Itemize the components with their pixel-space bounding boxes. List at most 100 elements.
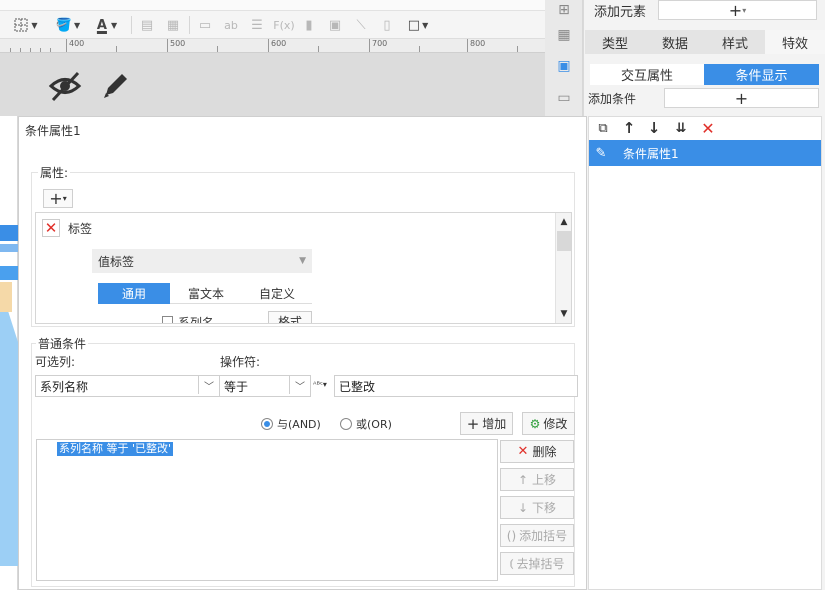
condition-expression-selected[interactable]: 系列名称 等于 '已整改' bbox=[57, 442, 174, 456]
tab-general[interactable]: 通用 bbox=[98, 283, 170, 304]
move-up-button[interactable]: ↑ bbox=[620, 119, 638, 137]
condition-list-item[interactable]: ✎ 条件属性1 bbox=[589, 140, 821, 166]
formatting-toolbar: ▼ 🪣 ▼ A ▼ ▤ ▦ ▭ ab ☰ F(x) ▮ ▣ ⟍ ▯ □ ▼ bbox=[0, 11, 545, 39]
image-button[interactable]: ▣ bbox=[326, 16, 344, 34]
page-icon: ▯ bbox=[383, 17, 391, 33]
condition-value-input[interactable]: 已整改 bbox=[334, 375, 578, 397]
formula-button[interactable]: F(x) bbox=[273, 16, 295, 34]
add-condition-button[interactable]: + bbox=[664, 88, 819, 108]
design-canvas[interactable] bbox=[0, 53, 545, 116]
tab-effects[interactable]: 特效 bbox=[765, 30, 825, 54]
font-color-icon: A bbox=[96, 17, 107, 33]
remove-bracket-label: 去掉括号 bbox=[516, 557, 565, 571]
add-element-button[interactable]: + ▾ bbox=[658, 0, 817, 20]
chevron-down-icon: ▼ bbox=[74, 20, 81, 30]
widget-icon: ▦ bbox=[557, 27, 571, 43]
remove-bracket-button[interactable]: ⦅ 去掉括号 bbox=[500, 552, 574, 575]
tab-type[interactable]: 类型 bbox=[585, 30, 645, 54]
label-type-select[interactable]: 值标签 ▼ bbox=[92, 249, 312, 273]
slash-button[interactable]: ⟍ bbox=[352, 16, 370, 34]
text-button[interactable]: ab bbox=[222, 16, 240, 34]
chevron-down-icon: ﹀ bbox=[289, 376, 310, 394]
move-down-label: 下移 bbox=[532, 501, 557, 515]
copy-button[interactable]: ⧉ bbox=[594, 119, 612, 137]
or-radio[interactable]: 或(OR) bbox=[340, 416, 392, 432]
tab-style[interactable]: 样式 bbox=[705, 30, 765, 54]
column-select[interactable]: 系列名称 ﹀ bbox=[35, 375, 220, 397]
add-bracket-button[interactable]: () 添加括号 bbox=[500, 524, 574, 547]
move-down-button[interactable]: ↓ 下移 bbox=[500, 496, 574, 519]
remove-attribute-button[interactable]: ✕ bbox=[42, 219, 60, 237]
format-button[interactable]: 格式 bbox=[268, 311, 312, 323]
arrow-down-icon: ↓ bbox=[647, 119, 661, 137]
attributes-legend: 属性: bbox=[38, 164, 71, 181]
condition-expression-box[interactable]: 系列名称 等于 '已整改' bbox=[36, 439, 498, 581]
merge-cells-button[interactable]: ▤ bbox=[138, 16, 156, 34]
delete-condition-button[interactable]: ✕ bbox=[699, 118, 717, 138]
condition-list-panel: ⧉ ↑ ↓ ⇊ ✕ ✎ 条件属性1 bbox=[588, 116, 822, 590]
or-radio-label: 或(OR) bbox=[356, 418, 392, 431]
frame-icon: □ bbox=[407, 17, 421, 33]
subtab-interaction[interactable]: 交互属性 bbox=[590, 64, 704, 85]
delete-button[interactable]: ✕ 删除 bbox=[500, 440, 574, 463]
plus-icon: + bbox=[49, 189, 63, 208]
scrollbar-thumb[interactable] bbox=[557, 231, 571, 251]
operator-select[interactable]: 等于 ﹀ bbox=[219, 375, 311, 397]
scroll-down-icon[interactable]: ▼ bbox=[556, 307, 571, 321]
border-icon bbox=[14, 18, 28, 32]
ruler-mark: 600 bbox=[271, 39, 287, 48]
layout-tool[interactable]: ⊞ bbox=[554, 0, 574, 20]
value-type-button[interactable]: ᴬᴮᶜ▾ bbox=[309, 373, 331, 395]
diagonal-line-icon: ⟍ bbox=[356, 17, 366, 33]
modify-button[interactable]: ⚙ 修改 bbox=[522, 412, 575, 435]
add-button[interactable]: + 增加 bbox=[460, 412, 513, 435]
attribute-scrollbar[interactable]: ▲ ▼ bbox=[555, 213, 571, 323]
edit-pencil-icon[interactable] bbox=[100, 69, 132, 101]
frame-button[interactable]: □ ▼ bbox=[403, 16, 433, 34]
plus-icon: + bbox=[466, 414, 480, 433]
input-button[interactable]: ▭ bbox=[196, 16, 214, 34]
table-icon: ▦ bbox=[166, 17, 180, 33]
modify-icon: ⚙ bbox=[529, 416, 541, 431]
chevron-down-icon: ▼ bbox=[299, 256, 306, 266]
chevron-down-icon: ﹀ bbox=[198, 376, 219, 394]
border-button[interactable]: ▼ bbox=[10, 16, 42, 34]
right-properties-panel: 添加元素 + ▾ 类型 数据 样式 特效 交互属性 条件显示 添加条件 + ⧉ ↑… bbox=[583, 0, 825, 590]
subtab-condition-display[interactable]: 条件显示 bbox=[704, 64, 819, 85]
add-bracket-label: 添加括号 bbox=[519, 529, 568, 543]
and-radio[interactable]: 与(AND) bbox=[261, 416, 321, 432]
chart-button[interactable]: ▮ bbox=[300, 16, 318, 34]
chevron-down-icon: ▼ bbox=[110, 20, 118, 30]
modify-button-label: 修改 bbox=[543, 417, 568, 431]
optional-column-label: 可选列: bbox=[35, 355, 76, 369]
copy-icon: ⧉ bbox=[598, 120, 608, 136]
move-up-button[interactable]: ↑ 上移 bbox=[500, 468, 574, 491]
tab-rich-text[interactable]: 富文本 bbox=[170, 283, 242, 304]
remove-bracket-icon: ⦅ bbox=[509, 556, 514, 570]
add-element-label: 添加元素 bbox=[594, 5, 647, 20]
font-color-button[interactable]: A ▼ bbox=[90, 16, 124, 34]
close-icon: ✕ bbox=[517, 444, 529, 459]
table-button[interactable]: ▦ bbox=[164, 16, 182, 34]
series-name-checkbox[interactable] bbox=[162, 316, 173, 323]
scroll-up-icon[interactable]: ▲ bbox=[556, 215, 571, 229]
arrow-down-icon: ↓ bbox=[517, 500, 529, 515]
hidden-eye-icon[interactable] bbox=[48, 69, 82, 103]
widget-tool[interactable]: ▦ bbox=[554, 25, 574, 45]
frame-tool[interactable]: ▣ bbox=[554, 56, 574, 76]
tab-data[interactable]: 数据 bbox=[645, 30, 705, 54]
panel-tool[interactable]: ▭ bbox=[554, 88, 574, 108]
align-button[interactable]: ☰ bbox=[248, 16, 266, 34]
page-button[interactable]: ▯ bbox=[378, 16, 396, 34]
tab-custom[interactable]: 自定义 bbox=[242, 283, 312, 304]
fill-color-button[interactable]: 🪣 ▼ bbox=[52, 16, 84, 34]
merge-cells-icon: ▤ bbox=[140, 17, 154, 33]
add-attribute-button[interactable]: + ▾ bbox=[43, 189, 73, 208]
close-icon: ✕ bbox=[701, 118, 715, 138]
or-radio-dot bbox=[340, 418, 352, 430]
attribute-list: ✕ 标签 值标签 ▼ 通用 富文本 自定义 系列名 格式 ▲ ▼ bbox=[35, 212, 572, 324]
close-icon: ✕ bbox=[44, 219, 58, 237]
grid-icon: ⊞ bbox=[558, 2, 570, 18]
move-down-button[interactable]: ↓ bbox=[645, 119, 663, 137]
move-bottom-button[interactable]: ⇊ bbox=[671, 119, 691, 137]
